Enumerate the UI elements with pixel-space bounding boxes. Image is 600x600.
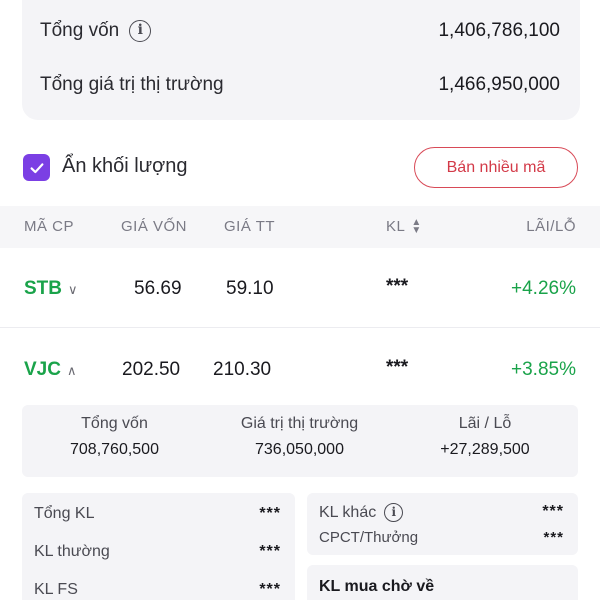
other-volume-row: KL khác i *** [319, 503, 564, 522]
ticker-symbol: VJC [24, 359, 61, 380]
header-volume-sort[interactable]: KL ▲ ▼ [386, 217, 422, 237]
regular-volume-value: *** [259, 543, 281, 560]
table-row[interactable]: STB ∨ 56.69 59.10 *** +4.26% [0, 248, 600, 328]
detail-capital: Tổng vốn 708,760,500 [22, 415, 207, 459]
info-icon[interactable]: i [384, 503, 404, 522]
sell-multiple-button[interactable]: Bán nhiều mã [414, 147, 578, 188]
expanded-detail-summary: Tổng vốn 708,760,500 Giá trị thị trường … [22, 405, 578, 477]
detail-pnl: Lãi / Lỗ +27,289,500 [392, 415, 578, 459]
header-ticker: MÃ CP [24, 218, 75, 235]
ticker-symbol: STB [24, 278, 62, 299]
hide-volume-checkbox[interactable] [23, 154, 50, 181]
volume-cell: *** [386, 276, 409, 297]
fs-volume-value: *** [259, 581, 281, 598]
table-row[interactable]: VJC ∧ 202.50 210.30 *** +3.85% [0, 329, 600, 409]
bonus-volume-label: CPCT/Thưởng [319, 529, 419, 546]
bonus-volume-row: CPCT/Thưởng *** [319, 529, 564, 546]
bonus-volume-value: *** [543, 529, 564, 546]
holdings-table-header: MÃ CP GIÁ VỐN GIÁ TT KL ▲ ▼ LÃI/LỖ [0, 206, 600, 248]
chevron-up-icon: ∧ [66, 363, 77, 378]
detail-pnl-label: Lãi / Lỗ [458, 415, 512, 432]
market-value-label: Tổng giá trị thị trường [40, 74, 224, 95]
market-price-cell: 59.10 [226, 278, 274, 299]
header-market-price: GIÁ TT [224, 218, 276, 235]
hide-volume-label[interactable]: Ẩn khối lượng [62, 155, 187, 178]
cost-price-cell: 56.69 [134, 278, 182, 299]
header-volume: KL [386, 218, 406, 235]
other-volume-value: *** [542, 503, 564, 520]
chevron-down-icon: ∨ [68, 282, 78, 297]
row-divider [0, 327, 600, 328]
detail-market-label: Giá trị thị trường [240, 415, 359, 432]
total-volume-row: Tổng KL *** [34, 505, 281, 523]
volume-cell: *** [386, 357, 409, 378]
volume-breakdown-left: Tổng KL *** KL thường *** KL FS *** [22, 493, 295, 600]
detail-market: Giá trị thị trường 736,050,000 [207, 415, 392, 459]
regular-volume-label: KL thường [34, 543, 110, 560]
detail-capital-value: 708,760,500 [70, 441, 159, 458]
market-value-value: 1,466,950,000 [438, 74, 560, 95]
header-cost-price: GIÁ VỐN [121, 218, 188, 235]
total-volume-value: *** [259, 505, 281, 522]
total-capital-value: 1,406,786,100 [438, 20, 560, 41]
regular-volume-row: KL thường *** [34, 543, 281, 561]
pending-buy-label: KL mua chờ về [319, 578, 435, 595]
header-pnl: LÃI/LỖ [526, 218, 576, 235]
pending-buy-box: KL mua chờ về [307, 565, 578, 600]
detail-market-value: 736,050,000 [255, 441, 344, 458]
total-capital-label: Tổng vốn [40, 20, 120, 41]
total-volume-label: Tổng KL [34, 505, 95, 522]
other-volume-label: KL khác [319, 503, 377, 521]
detail-pnl-value: +27,289,500 [440, 441, 530, 458]
total-capital-row: Tổng vốn i 1,406,786,100 [40, 20, 560, 42]
info-icon[interactable]: i [129, 20, 152, 42]
pnl-cell: +4.26% [511, 278, 576, 299]
ticker-cell[interactable]: STB ∨ [24, 278, 78, 300]
pnl-cell: +3.85% [511, 359, 576, 380]
cost-price-cell: 202.50 [122, 359, 181, 380]
volume-breakdown-right: KL khác i *** CPCT/Thưởng *** [307, 493, 578, 555]
fs-volume-label: KL FS [34, 581, 78, 598]
sort-icon: ▲ ▼ [411, 217, 422, 237]
market-price-cell: 210.30 [213, 359, 272, 380]
fs-volume-row: KL FS *** [34, 581, 281, 599]
portfolio-summary-card: Tổng vốn i 1,406,786,100 Tổng giá trị th… [22, 0, 580, 120]
ticker-cell[interactable]: VJC ∧ [24, 359, 76, 381]
detail-capital-label: Tổng vốn [81, 415, 148, 432]
check-icon [30, 162, 43, 173]
market-value-row: Tổng giá trị thị trường 1,466,950,000 [40, 74, 560, 96]
